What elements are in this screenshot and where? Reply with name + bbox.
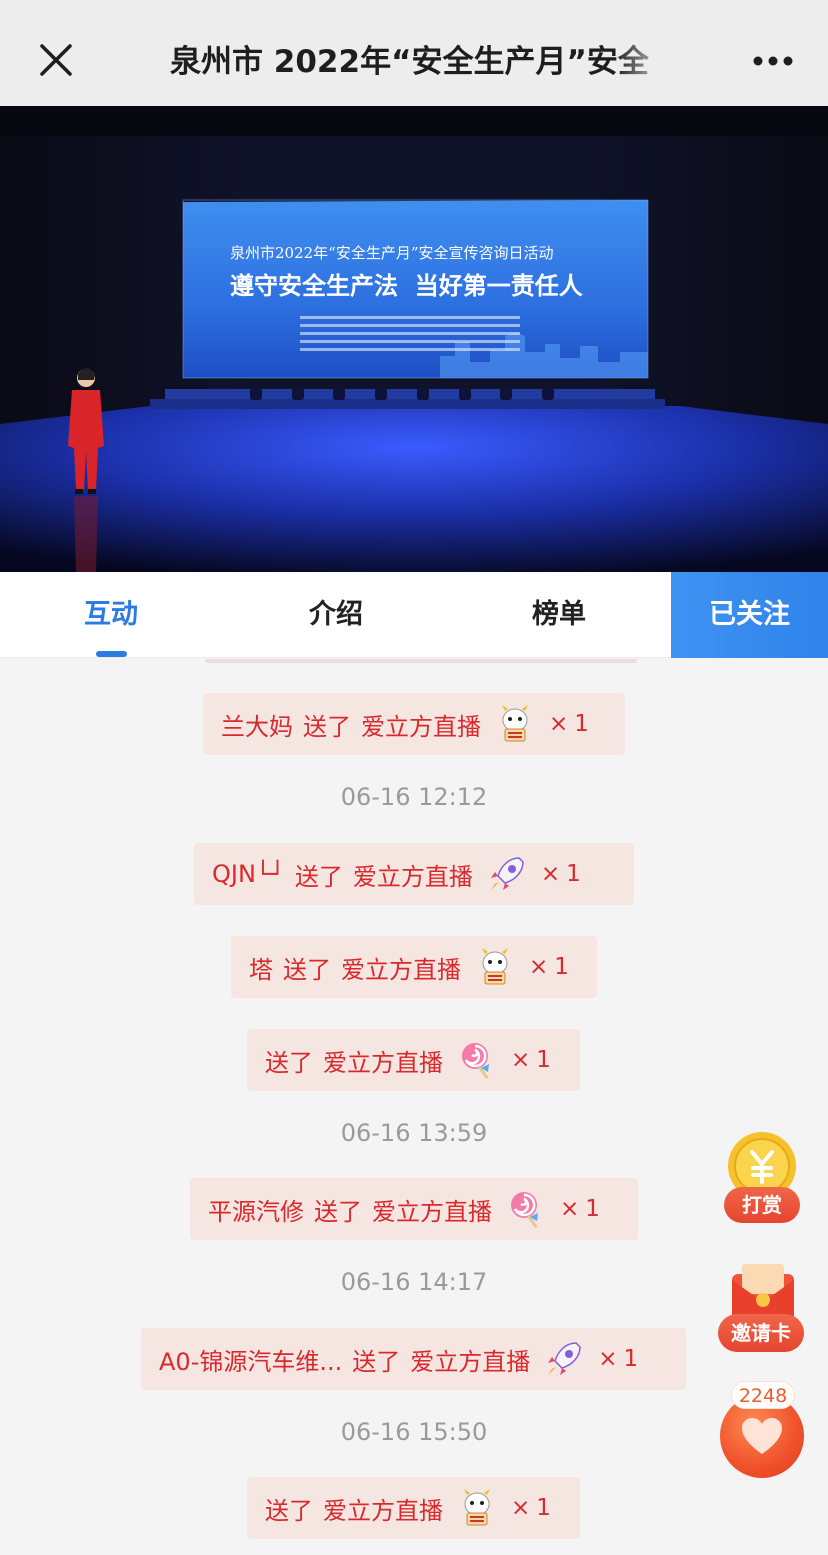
more-icon[interactable]: [752, 54, 794, 68]
gift-recipient: 爱立方直播: [323, 1048, 443, 1077]
gift-count: 1: [623, 1346, 639, 1372]
gift-count: 1: [566, 861, 581, 887]
lollipop-icon: [462, 1043, 489, 1080]
tab-interaction[interactable]: 互动: [40, 572, 182, 658]
feed-timestamp: 06-16 15:50: [340, 1418, 488, 1446]
gift-count: 1: [585, 1196, 600, 1222]
gift-recipient: 爱立方直播: [372, 1197, 492, 1226]
gift-verb: 送了: [352, 1347, 401, 1376]
gift-count: 1: [536, 1047, 551, 1073]
feed-item-partial: [205, 659, 637, 663]
stage-scene: [0, 106, 828, 572]
sender-name: 塔: [249, 955, 273, 984]
dragon-mascot-icon: [502, 705, 528, 742]
close-icon[interactable]: [36, 40, 76, 80]
page-title: 泉州市 2022年“安全生产月”安全: [170, 44, 649, 80]
invite-card-button[interactable]: 邀请卡: [718, 1314, 804, 1352]
dragon-mascot-icon: [464, 1489, 490, 1526]
follow-button[interactable]: 已关注: [671, 572, 828, 658]
gift-recipient: 爱立方直播: [410, 1347, 531, 1376]
gift-message: 塔 送了 爱立方直播 × 1: [231, 936, 597, 998]
gift-multiplier: ×: [560, 1196, 580, 1222]
like-count: 2248: [731, 1381, 795, 1409]
rocket-icon: [490, 857, 524, 890]
reward-label[interactable]: 打赏: [724, 1187, 800, 1223]
gift-multiplier: ×: [549, 711, 569, 737]
feed-timestamp: 06-16 12:12: [340, 783, 488, 811]
gift-verb: 送了: [265, 1048, 313, 1077]
gift-multiplier: ×: [540, 861, 561, 887]
gift-message: 送了 爱立方直播 × 1: [247, 1029, 580, 1091]
gift-recipient: 爱立方直播: [352, 862, 473, 891]
gift-multiplier: ×: [529, 954, 549, 980]
gift-verb: 送了: [303, 712, 351, 741]
live-video-player[interactable]: 泉州市2022年“安全生产月”安全宣传咨询日活动 遵守安全生产法 当好第一责任人: [0, 106, 828, 572]
gift-count: 1: [536, 1495, 551, 1521]
gift-count: 1: [574, 711, 589, 737]
gift-count: 1: [554, 954, 569, 980]
sender-name: QJN└┘: [212, 860, 285, 888]
sender-name: A0-锦源汽车维...: [159, 1347, 343, 1376]
heart-icon: [742, 1418, 782, 1454]
gift-multiplier: ×: [511, 1495, 531, 1521]
lollipop-icon: [511, 1192, 538, 1229]
gift-message: A0-锦源汽车维... 送了 爱立方直播 × 1: [141, 1328, 686, 1390]
gift-verb: 送了: [314, 1197, 362, 1226]
tab-ranking[interactable]: 榜单: [488, 572, 630, 658]
rocket-icon: [548, 1342, 581, 1375]
active-tab-indicator: [96, 651, 127, 657]
feed-timestamp: 06-16 13:59: [340, 1119, 488, 1147]
gift-verb: 送了: [283, 955, 331, 984]
feed-timestamp: 06-16 14:17: [340, 1268, 488, 1296]
gift-recipient: 爱立方直播: [323, 1496, 443, 1525]
gift-message: 兰大妈 送了 爱立方直播 × 1: [203, 693, 625, 755]
sender-name: 平源汽修: [208, 1197, 304, 1226]
gift-multiplier: ×: [511, 1047, 531, 1073]
sender-name: 兰大妈: [221, 712, 293, 741]
gift-message: 平源汽修 送了 爱立方直播 × 1: [190, 1178, 638, 1240]
gift-recipient: 爱立方直播: [341, 955, 461, 984]
gift-verb: 送了: [265, 1496, 313, 1525]
gift-message: 送了 爱立方直播 × 1: [247, 1477, 580, 1539]
gift-message: QJN└┘ 送了 爱立方直播 × 1: [194, 843, 634, 905]
tab-intro[interactable]: 介绍: [262, 572, 410, 658]
gift-verb: 送了: [294, 862, 343, 891]
gift-recipient: 爱立方直播: [361, 712, 481, 741]
gift-multiplier: ×: [598, 1346, 618, 1372]
dragon-mascot-icon: [482, 948, 508, 985]
screen-headline-large: 遵守安全生产法 当好第一责任人: [230, 272, 583, 300]
top-bar: 泉州市 2022年“安全生产月”安全: [0, 0, 828, 106]
screen-headline-small: 泉州市2022年“安全生产月”安全宣传咨询日活动: [230, 244, 554, 262]
